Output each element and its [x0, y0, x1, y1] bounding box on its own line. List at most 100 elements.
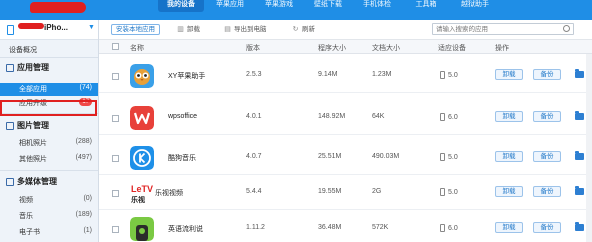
- table-row[interactable]: 英语流利说 1.11.2 36.48M 572K 6.0 卸载 备份: [99, 213, 592, 242]
- sidebar-item-other-photos[interactable]: 其他照片 (497): [0, 153, 98, 166]
- folder-icon[interactable]: [575, 111, 584, 120]
- device-version: 5.0: [448, 153, 458, 161]
- uninstall-app-button[interactable]: 卸载: [495, 222, 523, 233]
- sidebar-item-all-apps[interactable]: 全部应用 (74): [0, 83, 98, 96]
- folder-icon[interactable]: [575, 69, 584, 78]
- section-label: 图片管理: [17, 121, 49, 130]
- table-row[interactable]: wpsoffice 4.0.1 148.92M 64K 6.0 卸载 备份: [99, 102, 592, 135]
- phone-icon: [440, 224, 445, 232]
- phone-icon: [440, 113, 445, 121]
- sidebar-item-video[interactable]: 视频 (0): [0, 194, 98, 207]
- section-app-management[interactable]: 应用管理: [6, 62, 49, 73]
- folder-icon[interactable]: [575, 222, 584, 231]
- backup-app-button[interactable]: 备份: [533, 69, 561, 80]
- sidebar-item-camera-photos[interactable]: 相机照片 (288): [0, 137, 98, 150]
- sidebar-item-music[interactable]: 音乐 (189): [0, 210, 98, 223]
- section-photo-management[interactable]: 图片管理: [6, 120, 49, 131]
- app-version: 4.0.7: [246, 153, 262, 160]
- column-header-device[interactable]: 适应设备: [438, 43, 466, 53]
- column-header-version[interactable]: 版本: [246, 43, 260, 53]
- uninstall-button[interactable]: ▥ 卸载: [177, 24, 200, 35]
- sidebar-item-label: 音乐: [19, 213, 33, 220]
- main-nav: 我的设备 苹果应用 苹果游戏 壁纸下载 手机体检 工具箱 越狱助手: [158, 0, 501, 12]
- section-media-management[interactable]: 多媒体管理: [6, 176, 57, 187]
- select-all-checkbox[interactable]: [112, 43, 119, 50]
- device-version: 5.0: [448, 188, 458, 196]
- refresh-button[interactable]: ↻ 刷新: [292, 24, 315, 35]
- count-label: (288): [75, 138, 92, 145]
- app-name: wpsoffice: [168, 113, 198, 120]
- search-icon[interactable]: [563, 25, 570, 32]
- device-compat: 6.0: [440, 113, 458, 121]
- app-version: 2.5.3: [246, 71, 262, 78]
- backup-app-button[interactable]: 备份: [533, 186, 561, 197]
- search-input[interactable]: [433, 24, 555, 34]
- device-selector[interactable]: iPho... ▼: [0, 20, 98, 40]
- device-compat: 5.0: [440, 71, 458, 79]
- table-row[interactable]: LeTV 乐视 乐视视频 5.4.4 19.55M 2G 5.0 卸载 备份: [99, 177, 592, 210]
- column-header-doc-size[interactable]: 文档大小: [372, 43, 400, 53]
- trash-icon: ▥: [177, 26, 184, 33]
- button-label: 导出到电脑: [234, 26, 267, 33]
- nav-tab-phone-check[interactable]: 手机体检: [354, 0, 400, 12]
- device-name: iPho...: [44, 23, 68, 32]
- uninstall-app-button[interactable]: 卸载: [495, 186, 523, 197]
- app-size: 9.14M: [318, 71, 338, 78]
- nav-tab-my-device[interactable]: 我的设备: [158, 0, 204, 12]
- sidebar-item-label: 相机照片: [19, 140, 47, 147]
- column-header-actions: 操作: [495, 45, 509, 52]
- app-size: 19.55M: [318, 188, 342, 195]
- row-checkbox[interactable]: [112, 226, 119, 233]
- refresh-icon: ↻: [292, 26, 299, 33]
- folder-icon[interactable]: [575, 151, 584, 160]
- count-label: (0): [83, 195, 92, 202]
- uninstall-app-button[interactable]: 卸载: [495, 69, 523, 80]
- nav-tab-toolbox[interactable]: 工具箱: [403, 0, 449, 12]
- section-label: 多媒体管理: [17, 177, 57, 186]
- wps-icon: [130, 106, 154, 130]
- install-local-app-button[interactable]: 安装本地应用: [111, 24, 160, 35]
- backup-app-button[interactable]: 备份: [533, 151, 561, 162]
- button-label: 安装本地应用: [116, 26, 155, 33]
- svg-text:LeTV: LeTV: [131, 184, 153, 194]
- nav-tab-wallpapers[interactable]: 壁纸下载: [305, 0, 351, 12]
- vertical-scrollbar[interactable]: [586, 54, 592, 242]
- device-version: 5.0: [448, 71, 458, 79]
- backup-app-button[interactable]: 备份: [533, 222, 561, 233]
- device-compat: 5.0: [440, 188, 458, 196]
- nav-tab-apple-games[interactable]: 苹果游戏: [256, 0, 302, 12]
- column-header-app-size[interactable]: 程序大小: [318, 43, 346, 53]
- table-row[interactable]: 酷狗音乐 4.0.7 25.51M 490.03M 5.0 卸载 备份: [99, 142, 592, 175]
- app-size: 148.92M: [318, 113, 346, 120]
- uninstall-app-button[interactable]: 卸载: [495, 111, 523, 122]
- device-version: 6.0: [448, 224, 458, 232]
- row-checkbox[interactable]: [112, 115, 119, 122]
- nav-tab-jailbreak[interactable]: 越狱助手: [452, 0, 498, 12]
- sidebar-item-label: 视频: [19, 197, 33, 204]
- divider: [0, 170, 98, 171]
- liulishuo-icon: [130, 217, 154, 241]
- row-checkbox[interactable]: [112, 190, 119, 197]
- uninstall-app-button[interactable]: 卸载: [495, 151, 523, 162]
- row-checkbox[interactable]: [112, 155, 119, 162]
- redacted-logo-mark: [30, 2, 86, 13]
- row-checkbox[interactable]: [112, 73, 119, 80]
- table-row[interactable]: XY苹果助手 2.5.3 9.14M 1.23M 5.0 卸载 备份: [99, 60, 592, 93]
- backup-app-button[interactable]: 备份: [533, 111, 561, 122]
- phone-icon: [7, 25, 14, 35]
- xy-owl-icon: [130, 64, 154, 88]
- kugou-icon: [130, 146, 154, 170]
- sidebar-item-device-overview[interactable]: 设备概况: [9, 45, 37, 55]
- app-version: 4.0.1: [246, 113, 262, 120]
- app-name: 酷狗音乐: [168, 155, 196, 162]
- app-name: 乐视视频: [155, 190, 183, 197]
- chevron-down-icon[interactable]: ▼: [88, 24, 95, 31]
- sidebar-item-ebook[interactable]: 电子书 (1): [0, 226, 98, 239]
- button-label: 卸载: [187, 26, 200, 33]
- search-box[interactable]: [432, 23, 574, 35]
- column-header-name[interactable]: 名称: [130, 43, 144, 53]
- nav-tab-apple-apps[interactable]: 苹果应用: [207, 0, 253, 12]
- button-label: 刷新: [302, 26, 315, 33]
- export-to-pc-button[interactable]: ▤ 导出到电脑: [224, 24, 267, 35]
- folder-icon[interactable]: [575, 186, 584, 195]
